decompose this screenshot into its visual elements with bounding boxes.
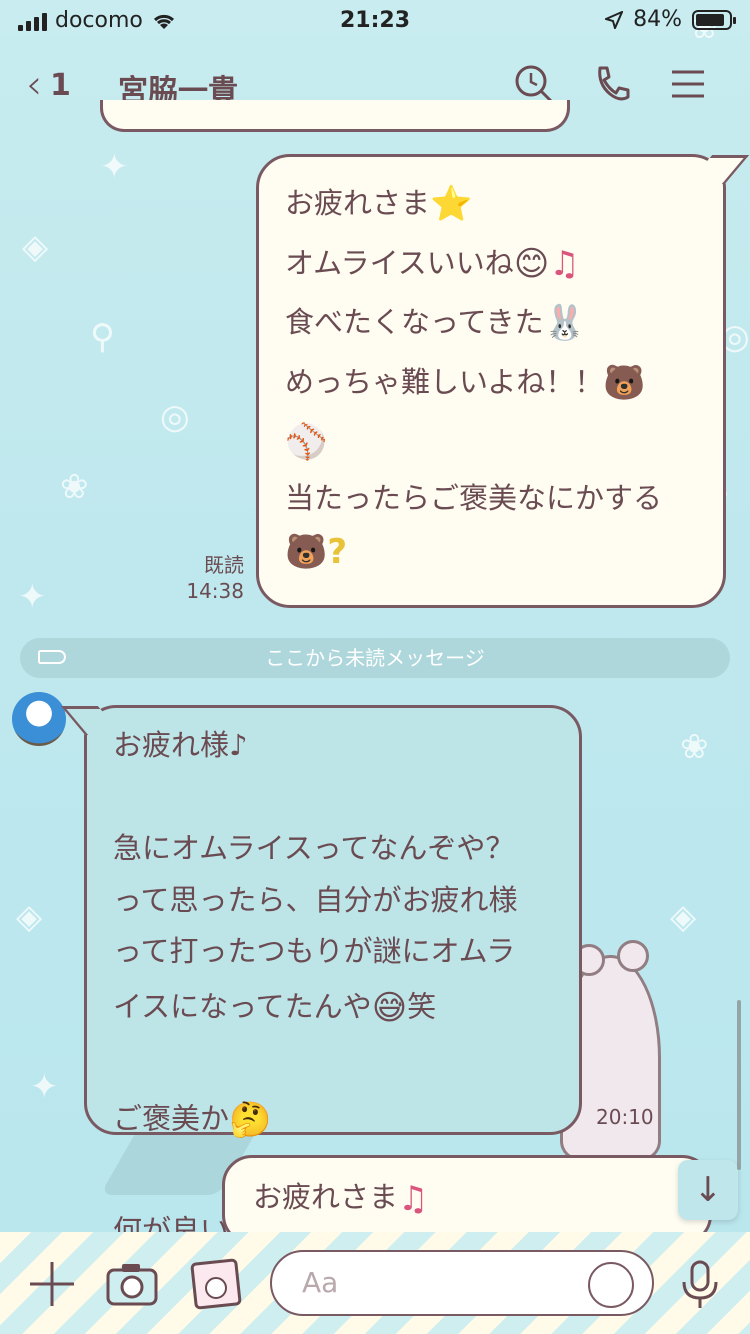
sparkle-stars-emoji-icon: ⭐	[430, 184, 473, 224]
avatar[interactable]	[12, 692, 66, 746]
input-placeholder: Aa	[302, 1266, 339, 1299]
bear-emoji-icon: 🐻	[603, 362, 646, 403]
unread-divider: ここから未読メッセージ	[20, 638, 730, 678]
unread-count: 1	[50, 67, 71, 103]
microphone-icon[interactable]	[672, 1256, 728, 1312]
sticker-icon[interactable]	[588, 1262, 634, 1308]
candy-doodle-icon: ✦	[30, 1067, 59, 1107]
scroll-to-bottom-button[interactable]: ↓	[678, 1160, 738, 1220]
battery-icon	[692, 9, 736, 30]
thinking-face-emoji-icon: 🤔	[229, 1100, 272, 1141]
message-line: めっちゃ難しいよね！！🐻	[285, 354, 697, 414]
message-text: お疲れさま	[253, 1180, 399, 1214]
baseball-emoji-icon: ⚾	[285, 422, 328, 462]
unread-divider-label: ここから未読メッセージ	[265, 646, 485, 670]
camera-icon[interactable]	[104, 1256, 160, 1312]
thinking-bear-emoji-icon: 🐻	[285, 532, 328, 573]
cherry-doodle-icon: ❀	[680, 727, 709, 767]
candy-doodle-icon: ◎	[160, 397, 190, 437]
cherry-doodle-icon: ❀	[60, 467, 89, 507]
status-bar: docomo 21:23 84%	[0, 0, 750, 40]
previous-message-bubble[interactable]	[100, 100, 570, 132]
phone-icon[interactable]	[590, 62, 634, 106]
message-time: 14:38	[186, 579, 244, 603]
back-button[interactable]: ‹ 1	[26, 62, 71, 108]
sent-message-bubble[interactable]: お疲れさま⭐ オムライスいいね😊♫ 食べたくなってきた🐰 めっちゃ難しいよね！！…	[256, 154, 750, 608]
message-line: ⚾	[285, 413, 697, 473]
message-line: お疲れさま⭐	[285, 175, 697, 235]
candy-doodle-icon: ◈	[22, 227, 49, 267]
message-line: 🐻?	[285, 523, 697, 583]
music-note-emoji-icon: ♫	[549, 243, 580, 284]
message-input[interactable]: Aa	[270, 1250, 654, 1316]
candy-doodle-icon: ✦	[18, 577, 47, 617]
input-bar: Aa	[0, 1232, 750, 1334]
message-line: って打ったつもりが謎にオムラ	[113, 934, 516, 969]
candy-doodle-icon: ✦	[100, 147, 129, 187]
arrow-down-icon: ↓	[693, 1170, 723, 1210]
lollipop-doodle-icon: ⚲	[90, 317, 115, 357]
message-line: ご褒美か🤔	[113, 1090, 553, 1151]
message-time: 20:10	[596, 1105, 654, 1129]
scrollbar[interactable]	[737, 1000, 741, 1170]
candy-doodle-icon: ◈	[670, 897, 697, 937]
candy-doodle-icon: ◈	[16, 897, 43, 937]
received-message-bubble[interactable]: お疲れ様♪ 急にオムライスってなんぞや？ って思ったら、自分がお疲れ様 って打っ…	[60, 705, 582, 1252]
chevron-left-icon: ‹	[26, 62, 42, 108]
read-receipt: 既読	[204, 553, 244, 577]
bubble-tail	[687, 155, 750, 184]
sent-message-meta: 既読 14:38	[180, 552, 244, 604]
message-line: オムライスいいね😊♫	[285, 235, 697, 295]
sweat-smile-emoji-icon: 😅	[371, 988, 408, 1029]
tag-icon	[38, 650, 66, 664]
message-line: って思ったら、自分がお疲れ様	[113, 882, 518, 917]
location-icon	[605, 10, 624, 29]
photo-icon[interactable]	[188, 1256, 244, 1312]
menu-icon[interactable]	[666, 62, 710, 106]
message-line: 当たったらご褒美なにかする	[285, 480, 663, 515]
message-line: イスになってたんや😅笑	[113, 978, 553, 1039]
battery-percent: 84%	[633, 7, 682, 32]
chef-bunny-emoji-icon: 🐰	[543, 303, 587, 343]
message-line	[113, 1039, 553, 1091]
status-right: 84%	[605, 7, 736, 32]
message-line: お疲れ様♪	[113, 728, 248, 762]
message-line	[113, 772, 553, 824]
message-line: 食べたくなってきた🐰	[285, 294, 697, 354]
smiling-face-emoji-icon: 😊	[513, 243, 550, 284]
message-line: 急にオムライスってなんぞや？	[113, 831, 515, 866]
plus-icon[interactable]	[24, 1256, 80, 1312]
question-mark-emoji-icon: ?	[327, 532, 348, 573]
music-note-emoji-icon: ♫	[398, 1179, 429, 1219]
